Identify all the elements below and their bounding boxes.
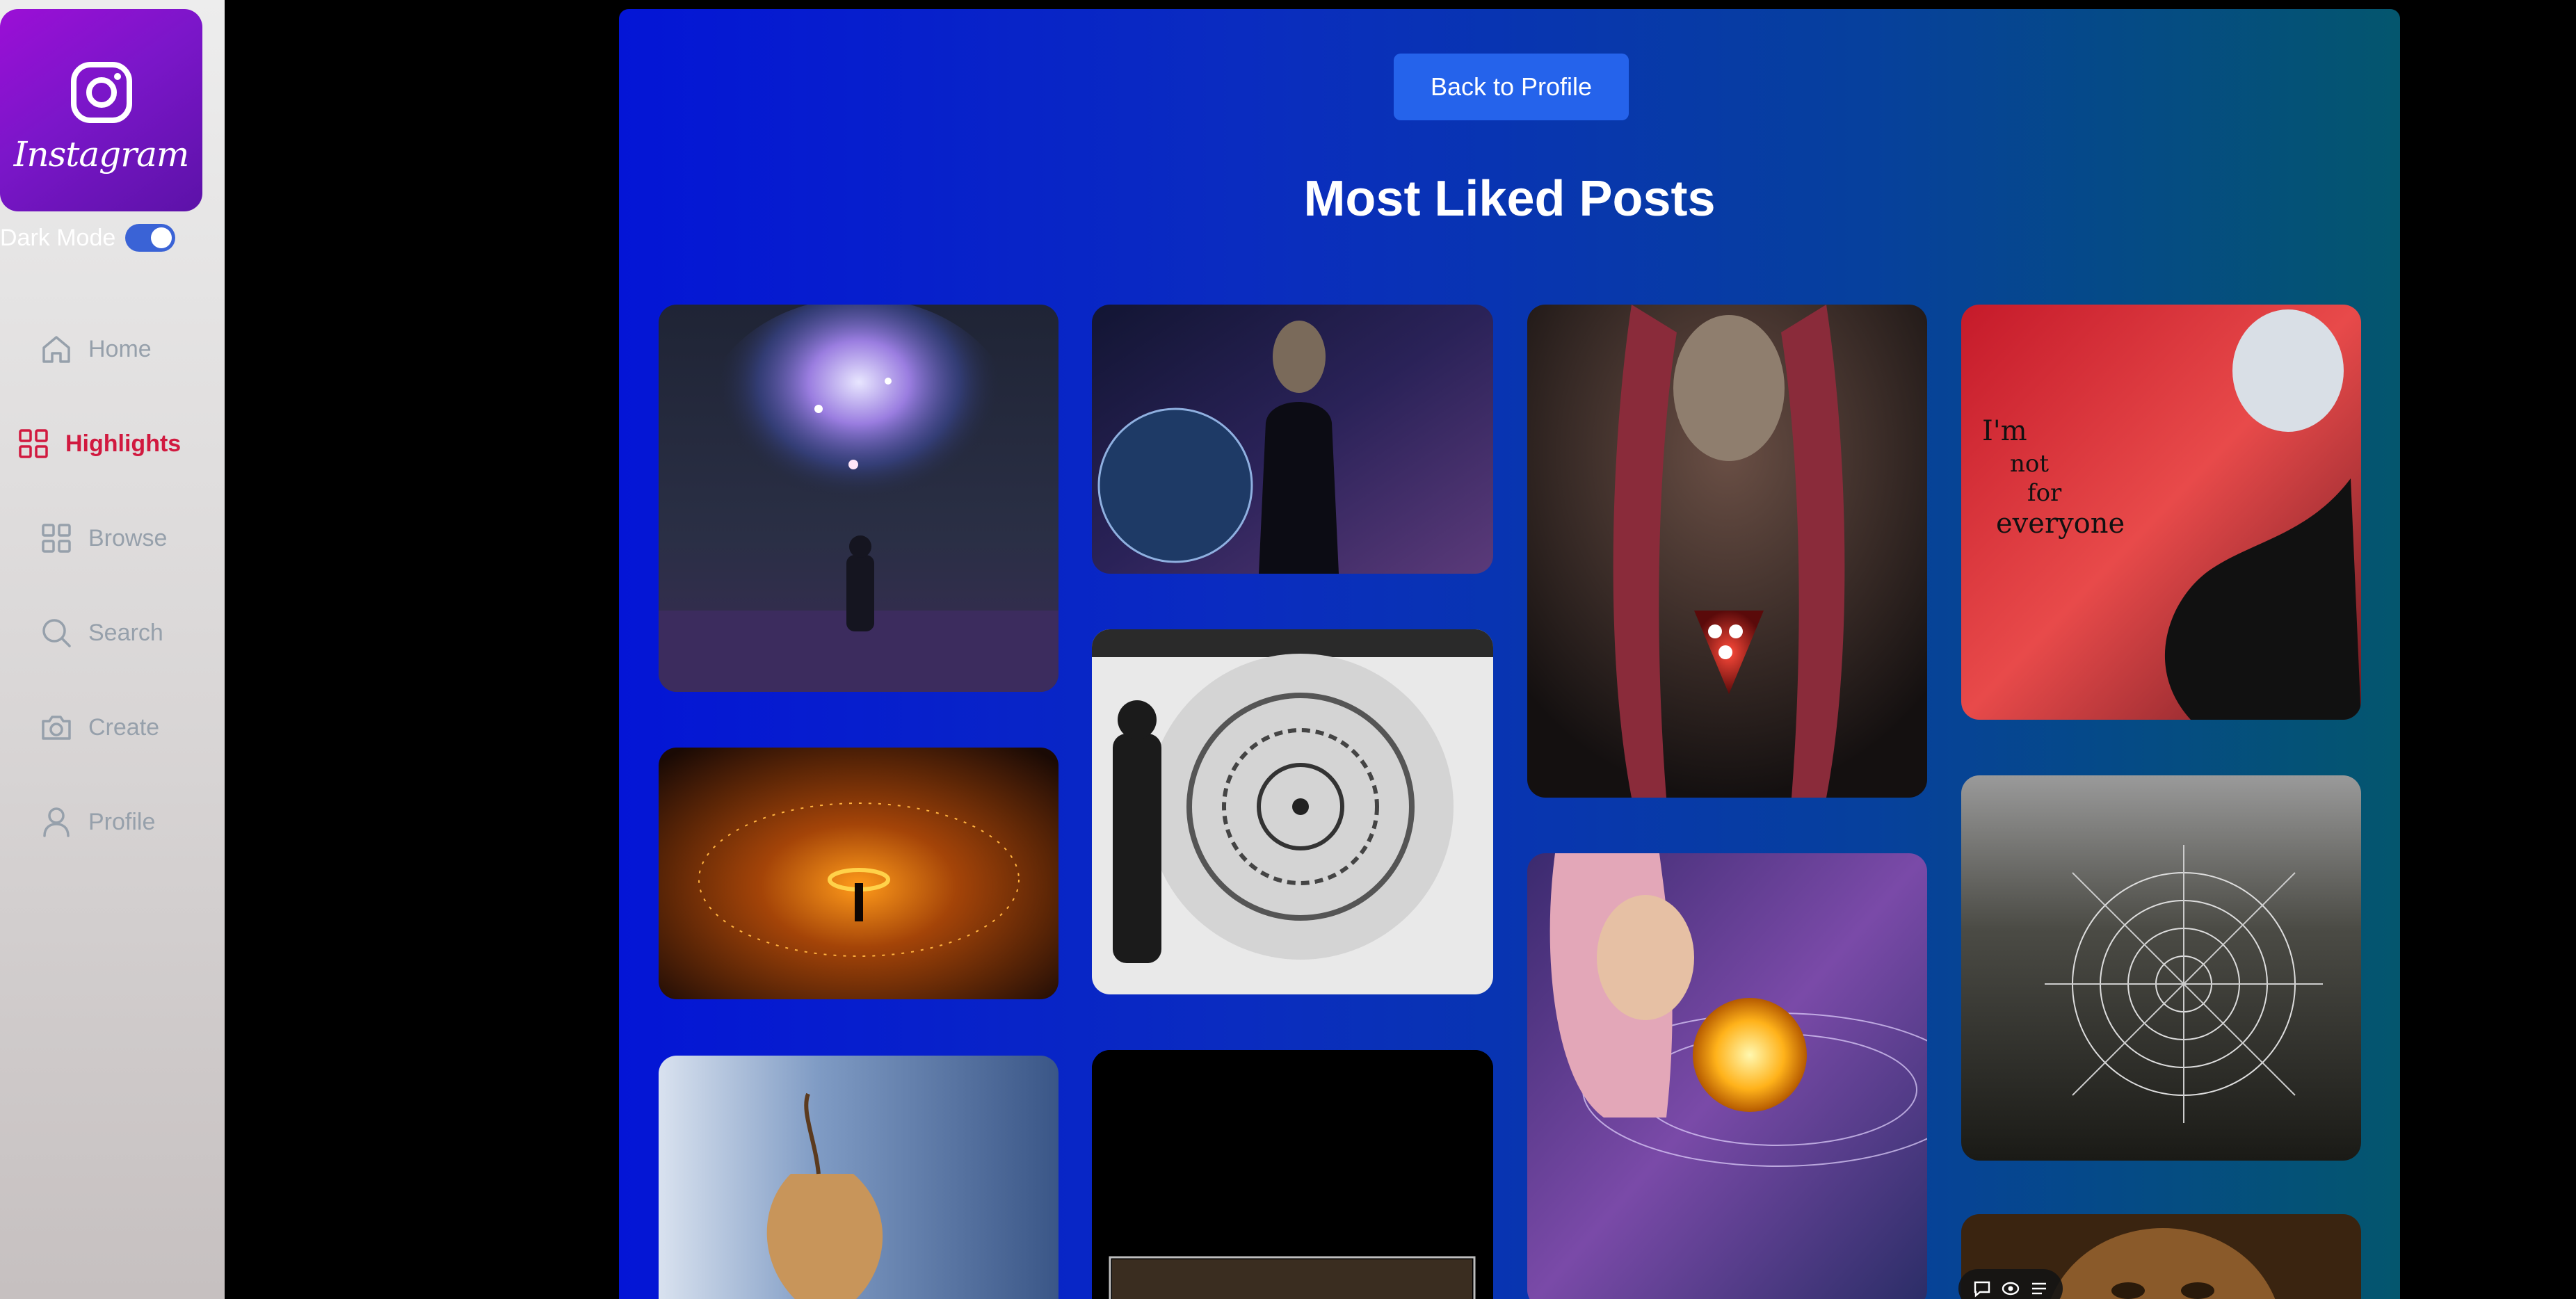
post-image bbox=[1092, 629, 1493, 994]
comment-icon[interactable] bbox=[1972, 1279, 1992, 1298]
toggle-knob bbox=[151, 227, 172, 248]
instagram-camera-icon bbox=[70, 62, 132, 123]
post-image bbox=[659, 748, 1058, 999]
post-tile-mandala[interactable] bbox=[1092, 629, 1493, 994]
caption-line-2: not bbox=[2010, 450, 2049, 478]
caption-line-1: I'm bbox=[1982, 415, 2027, 447]
back-to-profile-button[interactable]: Back to Profile bbox=[1394, 54, 1629, 120]
post-image bbox=[1527, 305, 1927, 798]
nav-label-search: Search bbox=[88, 619, 163, 646]
dark-mode-label: Dark Mode bbox=[0, 224, 116, 251]
highlights-panel: Back to Profile Most Liked Posts I'm not… bbox=[619, 9, 2400, 1299]
video-controls bbox=[1958, 1269, 2063, 1299]
nav-label-home: Home bbox=[88, 335, 152, 362]
post-image bbox=[1092, 305, 1493, 574]
nav-item-search[interactable]: Search bbox=[0, 586, 225, 680]
post-tile-fire-ring[interactable] bbox=[659, 748, 1058, 999]
post-image bbox=[659, 1056, 1058, 1299]
nav-label-profile: Profile bbox=[88, 808, 156, 835]
post-tile-physalis[interactable] bbox=[659, 1056, 1058, 1299]
post-image bbox=[1961, 775, 2361, 1161]
post-image bbox=[1527, 853, 1927, 1299]
nav-item-profile[interactable]: Profile bbox=[0, 775, 225, 869]
camera-icon bbox=[42, 716, 71, 740]
view-icon[interactable] bbox=[2001, 1279, 2020, 1298]
search-icon bbox=[42, 619, 71, 647]
nav-menu: Home Highlights Browse Search Create Pro… bbox=[0, 302, 225, 869]
post-image: I'm not for everyone bbox=[1961, 305, 2361, 720]
caption-line-4: everyone bbox=[1996, 508, 2125, 540]
home-icon bbox=[42, 336, 70, 363]
page-title: Most Liked Posts bbox=[1303, 171, 1716, 227]
post-tile-not-for-everyone[interactable]: I'm not for everyone bbox=[1961, 305, 2361, 720]
nav-item-home[interactable]: Home bbox=[0, 302, 225, 396]
logo-wordmark: Instagram bbox=[13, 134, 190, 175]
caption-line-3: for bbox=[2027, 479, 2062, 507]
grid-icon bbox=[19, 429, 48, 458]
nav-item-highlights[interactable]: Highlights bbox=[0, 396, 225, 491]
post-tile-spider-web[interactable] bbox=[1961, 775, 2361, 1161]
post-tile-heart-portrait[interactable] bbox=[1527, 305, 1927, 798]
sidebar: Instagram Dark Mode Home Highlights Brow… bbox=[0, 0, 225, 1299]
instagram-logo[interactable]: Instagram bbox=[0, 9, 202, 211]
post-tile-video[interactable] bbox=[1092, 1050, 1493, 1299]
post-image bbox=[1092, 1050, 1493, 1299]
nav-item-browse[interactable]: Browse bbox=[0, 491, 225, 586]
nav-label-create: Create bbox=[88, 713, 160, 741]
nav-label-browse: Browse bbox=[88, 524, 168, 551]
grid-icon bbox=[42, 524, 71, 553]
post-tile-astronaut[interactable] bbox=[1092, 305, 1493, 574]
settings-icon[interactable] bbox=[2029, 1279, 2049, 1298]
dark-mode-row: Dark Mode bbox=[0, 224, 176, 252]
post-tile-cosmic[interactable] bbox=[659, 305, 1058, 692]
user-icon bbox=[43, 807, 70, 837]
dark-mode-toggle[interactable] bbox=[125, 224, 176, 252]
post-tile-solar-system[interactable] bbox=[1527, 853, 1927, 1299]
nav-item-create[interactable]: Create bbox=[0, 680, 225, 775]
nav-label-highlights: Highlights bbox=[65, 430, 182, 457]
post-image bbox=[659, 305, 1058, 692]
